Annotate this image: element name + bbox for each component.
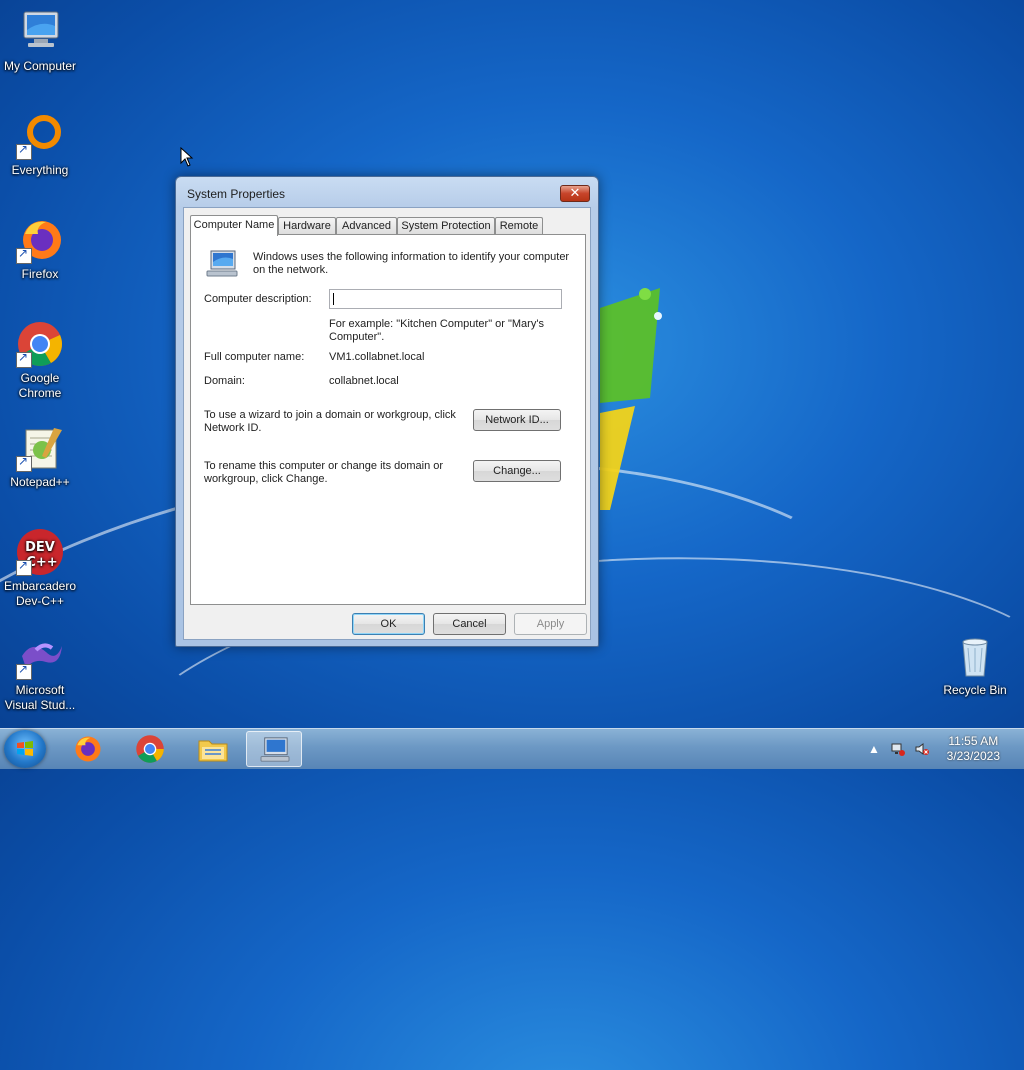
shortcut-arrow-icon [16, 142, 32, 160]
network-id-button[interactable]: Network ID... [473, 409, 561, 431]
full-computer-name-value: VM1.collabnet.local [329, 351, 425, 363]
mouse-cursor-icon [180, 147, 194, 167]
volume-muted-icon[interactable] [914, 741, 930, 757]
desktop-icon-label: Microsoft Visual Stud... [4, 683, 76, 712]
show-hidden-icons-arrow[interactable]: ▲ [866, 741, 882, 757]
desktop-icon-label: Everything [11, 163, 69, 177]
desktop-icon-everything[interactable]: Everything [0, 112, 80, 178]
ok-button[interactable]: OK [352, 613, 425, 635]
full-computer-name-label: Full computer name: [204, 351, 305, 363]
windows-flag-icon [17, 741, 33, 756]
wallpaper-windows-logo [600, 288, 662, 510]
taskbar-firefox[interactable] [61, 731, 117, 767]
clock-date: 3/23/2023 [946, 749, 1000, 763]
shortcut-arrow-icon [16, 662, 32, 680]
taskbar-google-chrome[interactable] [123, 731, 179, 767]
taskbar: ▲ 11:55 AM 3/23/2023 [0, 728, 1024, 769]
chrome-icon [16, 320, 64, 368]
taskbar-system-properties[interactable] [246, 731, 302, 767]
change-button[interactable]: Change... [473, 460, 561, 482]
change-description: To rename this computer or change its do… [204, 460, 444, 485]
description-example-text: For example: "Kitchen Computer" or "Mary… [329, 318, 544, 343]
tab-remote[interactable]: Remote [495, 217, 543, 235]
desktop-icon-google-chrome[interactable]: Google Chrome [0, 320, 80, 401]
computer-description-input[interactable] [329, 289, 562, 309]
system-properties-dialog: System Properties ✕ Computer Name Hardwa… [175, 176, 599, 647]
tab-hardware[interactable]: Hardware [278, 217, 336, 235]
shortcut-arrow-icon [16, 246, 32, 264]
tab-advanced[interactable]: Advanced [336, 217, 397, 235]
taskbar-windows-explorer[interactable] [185, 731, 241, 767]
recycle-bin-icon [951, 632, 999, 680]
desktop-icon-firefox[interactable]: Firefox [0, 216, 80, 282]
firefox-icon [75, 736, 101, 762]
intro-text: Windows uses the following information t… [253, 251, 570, 276]
clock[interactable]: 11:55 AM 3/23/2023 [947, 734, 1000, 764]
tab-system-protection[interactable]: System Protection [397, 217, 495, 235]
desktop-icon-recycle-bin[interactable]: Recycle Bin [935, 632, 1015, 698]
network-status-icon[interactable] [890, 741, 906, 757]
cancel-button[interactable]: Cancel [433, 613, 506, 635]
firefox-icon [16, 216, 64, 264]
network-id-description: To use a wizard to join a domain or work… [204, 409, 456, 434]
computer-name-panel: Windows uses the following information t… [190, 234, 586, 605]
desktop-icon-visual-studio[interactable]: Microsoft Visual Stud... [0, 632, 80, 713]
computer-icon [16, 8, 64, 56]
dev-cpp-icon: DEV C++ [16, 528, 64, 576]
desktop-icon-label: Embarcadero Dev-C++ [3, 579, 77, 608]
svg-text:DEV: DEV [25, 540, 55, 555]
text-caret [333, 293, 334, 305]
domain-value: collabnet.local [329, 375, 399, 387]
close-button[interactable]: ✕ [560, 185, 590, 202]
everything-search-icon [16, 112, 64, 160]
desktop-icon-notepad-plus-plus[interactable]: Notepad++ [0, 424, 80, 490]
clock-time: 11:55 AM [948, 734, 999, 748]
desktop-icon-label: Google Chrome [18, 371, 62, 400]
shortcut-arrow-icon [16, 558, 32, 576]
folder-icon [198, 740, 228, 762]
desktop-icon-label: Firefox [21, 267, 59, 281]
tab-computer-name[interactable]: Computer Name [190, 215, 278, 236]
desktop-icon-label: Recycle Bin [943, 683, 1007, 697]
dialog-body: Computer Name Hardware Advanced System P… [183, 207, 591, 640]
chrome-icon [136, 735, 164, 763]
visual-studio-icon [16, 632, 64, 680]
network-computer-icon [260, 737, 290, 762]
shortcut-arrow-icon [16, 454, 32, 472]
notepad-plus-plus-icon [16, 424, 64, 472]
desktop-icon-dev-cpp[interactable]: DEVC++ Embarcadero Dev-C++ [0, 528, 80, 609]
shortcut-arrow-icon [16, 350, 32, 368]
network-computer-icon [206, 250, 238, 277]
apply-button[interactable]: Apply [514, 613, 587, 635]
dialog-title: System Properties [187, 187, 286, 201]
desktop-icon-label: My Computer [3, 59, 77, 73]
desktop-icon-label: Notepad++ [10, 475, 70, 489]
start-button[interactable] [4, 730, 46, 768]
desktop-icon-my-computer[interactable]: My Computer [0, 8, 80, 74]
domain-label: Domain: [204, 375, 245, 387]
computer-description-label: Computer description: [204, 293, 312, 305]
